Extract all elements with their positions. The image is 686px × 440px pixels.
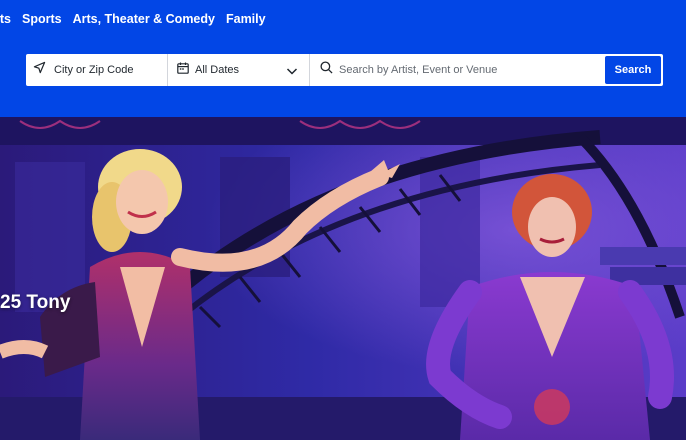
nav-item-concerts[interactable]: rts: [0, 12, 11, 26]
search-bar: City or Zip Code All Dates Search: [26, 54, 663, 86]
location-label: City or Zip Code: [54, 64, 134, 76]
location-arrow-icon: [33, 61, 46, 79]
search-input[interactable]: [339, 64, 589, 76]
nav-item-family[interactable]: Family: [226, 12, 266, 26]
header-bar: rts Sports Arts, Theater & Comedy Family…: [0, 0, 686, 117]
hero-banner[interactable]: 25 Tony: [0, 117, 686, 440]
search-button[interactable]: Search: [605, 56, 661, 84]
location-field[interactable]: City or Zip Code: [26, 54, 168, 86]
chevron-down-icon: [286, 64, 298, 82]
nav-item-sports[interactable]: Sports: [22, 12, 62, 26]
hero-title: 25 Tony: [0, 292, 71, 313]
category-nav: rts Sports Arts, Theater & Comedy Family: [0, 11, 277, 27]
dates-dropdown[interactable]: All Dates: [168, 54, 310, 86]
calendar-icon: [177, 61, 189, 79]
dates-label: All Dates: [195, 64, 240, 76]
hero-image: [0, 117, 686, 440]
search-icon: [320, 61, 333, 79]
nav-item-arts-theater-comedy[interactable]: Arts, Theater & Comedy: [73, 12, 215, 26]
